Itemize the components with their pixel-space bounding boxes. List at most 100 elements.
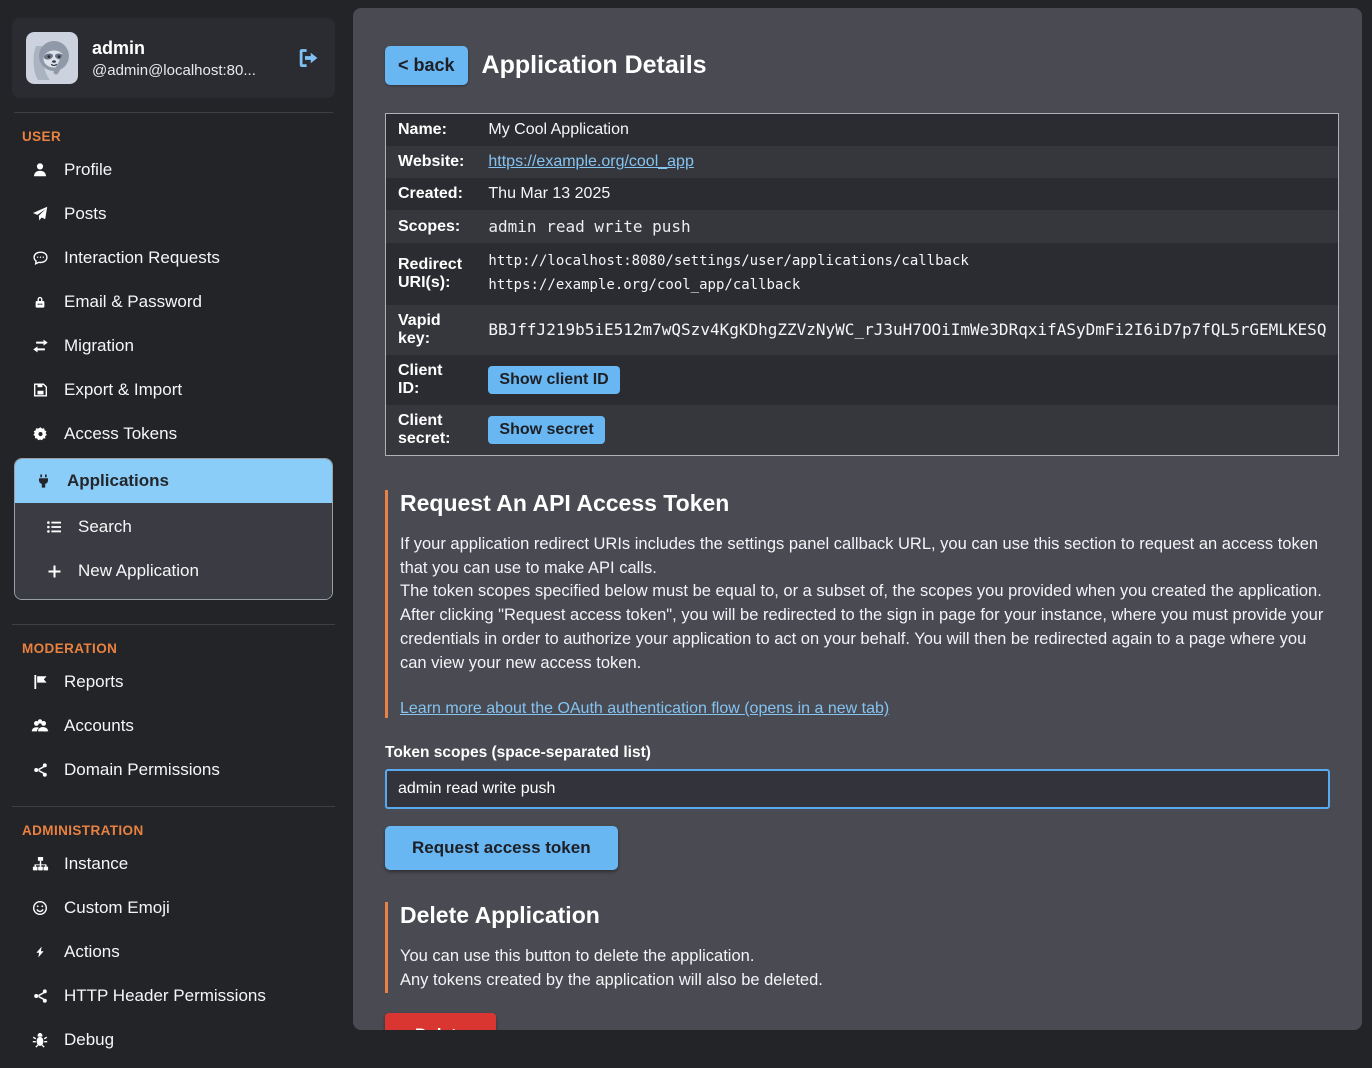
- back-button[interactable]: < back: [385, 46, 468, 85]
- applications-block: Applications Search New Application: [14, 458, 333, 600]
- applications-submenu: Search New Application: [15, 503, 332, 599]
- share-nodes-icon: [31, 762, 49, 778]
- sidebar-item-label: Reports: [64, 672, 124, 692]
- row-value: My Cool Application: [476, 114, 1339, 147]
- request-token-heading: Request An API Access Token: [400, 490, 1330, 517]
- sidebar-item-interaction-requests[interactable]: Interaction Requests: [12, 236, 335, 280]
- request-access-token-button[interactable]: Request access token: [385, 826, 618, 870]
- users-icon: [31, 718, 49, 734]
- sidebar-item-label: New Application: [78, 561, 199, 581]
- delete-application-section: Delete Application You can use this butt…: [385, 902, 1330, 993]
- sidebar-item-label: Actions: [64, 942, 120, 962]
- user-card[interactable]: admin @admin@localhost:80...: [12, 18, 335, 98]
- row-label: Scopes:: [386, 210, 477, 243]
- oauth-docs-link[interactable]: Learn more about the OAuth authenticatio…: [400, 700, 889, 718]
- row-label: Client ID:: [386, 355, 477, 405]
- row-label: Vapid key:: [386, 305, 477, 355]
- sidebar-section-label-administration: ADMINISTRATION: [22, 823, 335, 838]
- table-row-website: Website: https://example.org/cool_app: [386, 146, 1339, 178]
- sidebar-item-reports[interactable]: Reports: [12, 660, 335, 704]
- sidebar-item-label: Search: [78, 517, 132, 537]
- sidebar-item-label: Applications: [67, 471, 169, 491]
- sidebar-divider: [14, 112, 333, 113]
- sign-out-icon[interactable]: [297, 47, 321, 69]
- user-meta: admin @admin@localhost:80...: [92, 38, 256, 79]
- sidebar-item-label: Email & Password: [64, 292, 202, 312]
- list-icon: [45, 519, 63, 535]
- flag-icon: [31, 674, 49, 690]
- delete-application-heading: Delete Application: [400, 902, 1330, 929]
- request-token-section: Request An API Access Token If your appl…: [385, 490, 1330, 719]
- table-row-name: Name: My Cool Application: [386, 114, 1339, 147]
- redirect-uri-2: https://example.org/cool_app/callback: [488, 274, 1326, 298]
- sidebar-item-custom-emoji[interactable]: Custom Emoji: [12, 886, 335, 930]
- show-client-id-button[interactable]: Show client ID: [488, 366, 619, 394]
- sidebar-item-applications-search[interactable]: Search: [15, 505, 332, 549]
- sidebar-item-email-password[interactable]: Email & Password: [12, 280, 335, 324]
- sidebar-item-actions[interactable]: Actions: [12, 930, 335, 974]
- delete-line-2: Any tokens created by the application wi…: [400, 969, 1330, 993]
- sidebar-item-label: Debug: [64, 1030, 114, 1050]
- request-token-para-3: After clicking "Request access token", y…: [400, 604, 1330, 676]
- sidebar-item-applications[interactable]: Applications: [15, 459, 332, 503]
- table-row-redirect-uris: Redirect URI(s): http://localhost:8080/s…: [386, 243, 1339, 305]
- row-label: Created:: [386, 178, 477, 210]
- sidebar-item-label: Interaction Requests: [64, 248, 220, 268]
- paper-plane-icon: [31, 206, 49, 222]
- plus-icon: [45, 563, 63, 579]
- comment-icon: [31, 250, 49, 266]
- delete-line-1: You can use this button to delete the ap…: [400, 945, 1330, 969]
- sidebar-item-accounts[interactable]: Accounts: [12, 704, 335, 748]
- plug-icon: [34, 473, 52, 489]
- sidebar-section-user: USER Profile Posts Interaction Requests …: [12, 129, 335, 616]
- token-scopes-label: Token scopes (space-separated list): [385, 744, 1330, 762]
- row-value: Thu Mar 13 2025: [476, 178, 1339, 210]
- sidebar-item-applications-new[interactable]: New Application: [15, 549, 332, 593]
- application-details-table: Name: My Cool Application Website: https…: [385, 113, 1339, 456]
- row-value: admin read write push: [476, 210, 1339, 243]
- table-row-scopes: Scopes: admin read write push: [386, 210, 1339, 243]
- page-header: < back Application Details: [385, 46, 1330, 85]
- sidebar-item-label: Posts: [64, 204, 107, 224]
- table-row-client-secret: Client secret: Show secret: [386, 405, 1339, 456]
- sloth-avatar-icon: [26, 32, 78, 84]
- token-badge-icon: [31, 426, 49, 442]
- row-label: Client secret:: [386, 405, 477, 456]
- sidebar-item-label: Profile: [64, 160, 112, 180]
- token-scopes-input[interactable]: [385, 769, 1330, 809]
- app-root: admin @admin@localhost:80... USER Profil…: [0, 0, 1372, 1041]
- share-nodes-icon: [31, 988, 49, 1004]
- table-row-created: Created: Thu Mar 13 2025: [386, 178, 1339, 210]
- request-token-para-2: The token scopes specified below must be…: [400, 580, 1330, 604]
- sidebar-item-label: Export & Import: [64, 380, 182, 400]
- floppy-disk-icon: [31, 382, 49, 398]
- sidebar-item-domain-permissions[interactable]: Domain Permissions: [12, 748, 335, 792]
- delete-button[interactable]: Delete: [385, 1013, 496, 1030]
- sidebar-item-posts[interactable]: Posts: [12, 192, 335, 236]
- user-handle: @admin@localhost:80...: [92, 62, 256, 79]
- sidebar-item-label: Access Tokens: [64, 424, 177, 444]
- smiley-icon: [31, 900, 49, 916]
- bug-icon: [31, 1032, 49, 1048]
- sidebar-section-administration: ADMINISTRATION Instance Custom Emoji Act…: [12, 806, 335, 1068]
- delete-application-description: You can use this button to delete the ap…: [400, 945, 1330, 993]
- username: admin: [92, 38, 256, 59]
- sidebar-item-instance[interactable]: Instance: [12, 842, 335, 886]
- sidebar-item-label: Migration: [64, 336, 134, 356]
- sidebar-item-migration[interactable]: Migration: [12, 324, 335, 368]
- row-label: Redirect URI(s):: [386, 243, 477, 305]
- sitemap-icon: [31, 856, 49, 872]
- table-row-vapid-key: Vapid key: BBJffJ219b5iE512m7wQSzv4KgKDh…: [386, 305, 1339, 355]
- sidebar-item-debug[interactable]: Debug: [12, 1018, 335, 1062]
- page-title: Application Details: [482, 51, 707, 80]
- vapid-key-value: BBJffJ219b5iE512m7wQSzv4KgKDhgZZVzNyWC_r…: [476, 305, 1339, 355]
- sidebar-item-http-header-permissions[interactable]: HTTP Header Permissions: [12, 974, 335, 1018]
- sidebar-item-export-import[interactable]: Export & Import: [12, 368, 335, 412]
- sidebar-item-access-tokens[interactable]: Access Tokens: [12, 412, 335, 456]
- show-secret-button[interactable]: Show secret: [488, 416, 604, 444]
- sidebar-item-profile[interactable]: Profile: [12, 148, 335, 192]
- sidebar-item-label: Domain Permissions: [64, 760, 220, 780]
- bolt-icon: [31, 944, 49, 960]
- sidebar-section-label-user: USER: [22, 129, 335, 144]
- website-link[interactable]: https://example.org/cool_app: [488, 153, 693, 170]
